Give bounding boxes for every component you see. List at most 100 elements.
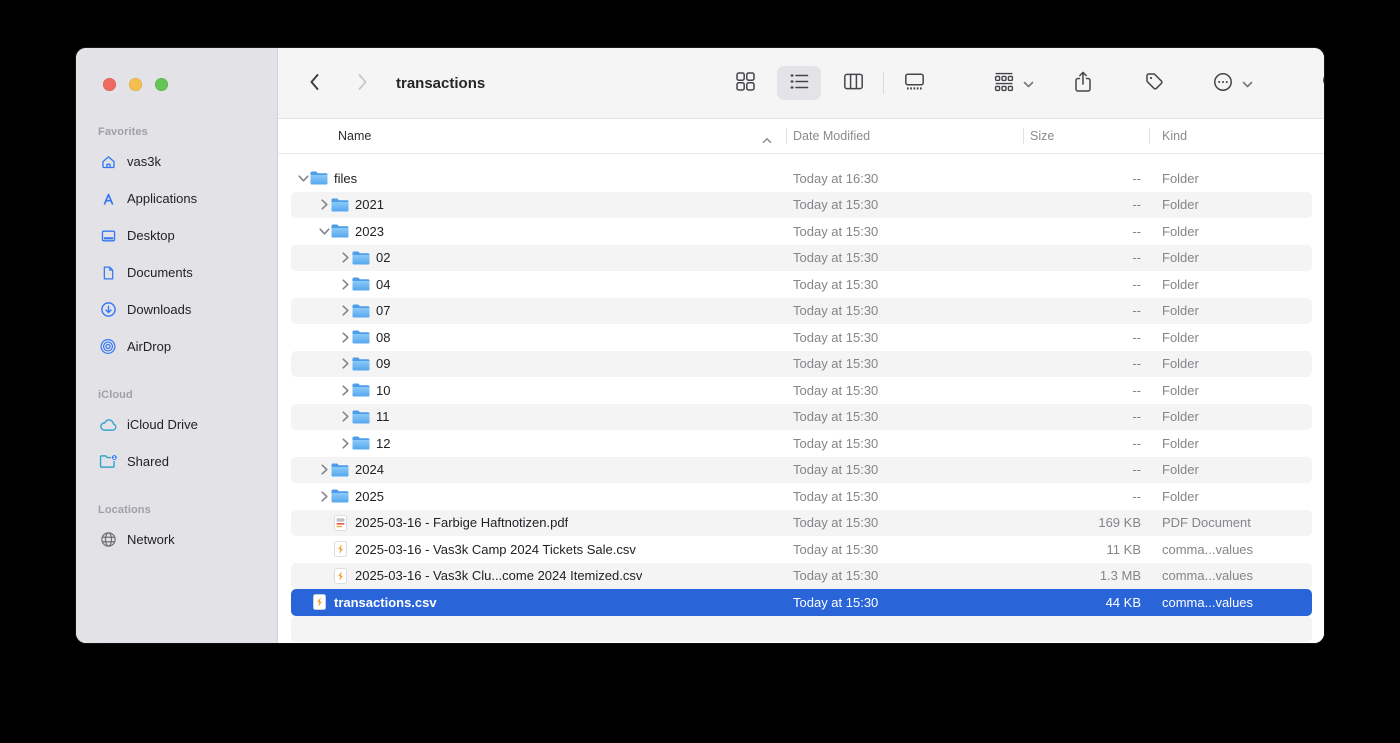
file-row[interactable]: 09Today at 15:30--Folder <box>291 351 1312 378</box>
sidebar-item-desktop[interactable]: Desktop <box>86 221 271 250</box>
name-cell: 12 <box>291 436 786 451</box>
back-button[interactable] <box>302 66 326 100</box>
name-cell: 09 <box>291 356 786 371</box>
file-row[interactable]: 07Today at 15:30--Folder <box>291 298 1312 325</box>
date-modified-cell: Today at 15:30 <box>786 515 1023 530</box>
disclosure-chevron-icon[interactable] <box>338 358 352 369</box>
column-header-kind[interactable]: Kind <box>1149 119 1324 153</box>
file-row[interactable]: 2024Today at 15:30--Folder <box>291 457 1312 484</box>
file-row[interactable]: 2023Today at 15:30--Folder <box>291 218 1312 245</box>
csv-file-icon <box>310 594 328 610</box>
file-row[interactable]: transactions.csvToday at 15:3044 KBcomma… <box>291 589 1312 616</box>
toolbar-separator <box>883 72 884 94</box>
name-cell: 2023 <box>291 224 786 239</box>
list-view-icon <box>789 71 810 95</box>
icon-view-button[interactable] <box>723 66 767 100</box>
search-button[interactable] <box>1309 66 1324 100</box>
disclosure-chevron-icon[interactable] <box>338 305 352 316</box>
file-name: 2021 <box>355 197 384 212</box>
zoom-button[interactable] <box>155 78 168 91</box>
grid-view-icon <box>735 71 756 95</box>
list-view-button[interactable] <box>777 66 821 100</box>
date-modified-cell: Today at 15:30 <box>786 568 1023 583</box>
column-view-icon <box>843 71 864 95</box>
folder-icon <box>352 304 370 318</box>
sidebar-item-network[interactable]: Network <box>86 525 271 554</box>
file-row[interactable]: 2025Today at 15:30--Folder <box>291 483 1312 510</box>
minimize-button[interactable] <box>129 78 142 91</box>
share-button[interactable] <box>1061 66 1105 100</box>
close-button[interactable] <box>103 78 116 91</box>
icloud-icon <box>98 418 118 432</box>
file-row[interactable]: filesToday at 16:30--Folder <box>291 165 1312 192</box>
chevron-down-icon <box>1242 76 1253 91</box>
file-row[interactable]: 11Today at 15:30--Folder <box>291 404 1312 431</box>
column-header-size-label: Size <box>1030 129 1054 143</box>
date-modified-cell: Today at 15:30 <box>786 277 1023 292</box>
folder-icon <box>331 463 349 477</box>
file-row[interactable]: 02Today at 15:30--Folder <box>291 245 1312 272</box>
date-modified-cell: Today at 15:30 <box>786 383 1023 398</box>
sidebar-section-label: Favorites <box>98 126 277 138</box>
sidebar-item-shared[interactable]: Shared <box>86 447 271 476</box>
sidebar-item-downloads[interactable]: Downloads <box>86 295 271 324</box>
disclosure-chevron-icon[interactable] <box>338 252 352 263</box>
file-row[interactable]: 2025-03-16 - Farbige Haftnotizen.pdf Toda… <box>291 510 1312 537</box>
name-cell: 2021 <box>291 197 786 212</box>
disclosure-chevron-icon[interactable] <box>317 199 331 210</box>
disclosure-chevron-icon[interactable] <box>317 491 331 502</box>
group-button[interactable] <box>991 66 1035 100</box>
size-cell: -- <box>1023 224 1149 239</box>
kind-cell: Folder <box>1149 489 1312 504</box>
gallery-view-button[interactable] <box>892 66 936 100</box>
folder-icon <box>352 436 370 450</box>
network-icon <box>98 531 118 548</box>
size-cell: -- <box>1023 277 1149 292</box>
disclosure-chevron-icon[interactable] <box>338 438 352 449</box>
file-name: 08 <box>376 330 390 345</box>
file-name: 2025-03-16 - Farbige Haftnotizen.pdf <box>355 515 568 530</box>
disclosure-chevron-icon[interactable] <box>317 226 331 237</box>
column-header-size[interactable]: Size <box>1023 119 1149 153</box>
disclosure-chevron-icon[interactable] <box>338 385 352 396</box>
forward-button[interactable] <box>350 66 374 100</box>
size-cell: -- <box>1023 489 1149 504</box>
file-row[interactable]: 04Today at 15:30--Folder <box>291 271 1312 298</box>
file-name: 10 <box>376 383 390 398</box>
sidebar-item-applications[interactable]: Applications <box>86 184 271 213</box>
file-row[interactable]: 10Today at 15:30--Folder <box>291 377 1312 404</box>
folder-icon <box>352 330 370 344</box>
column-header-name[interactable]: Name <box>278 119 786 153</box>
folder-icon <box>331 489 349 503</box>
sidebar-item-icloud-drive[interactable]: iCloud Drive <box>86 410 271 439</box>
csv-file-icon <box>331 568 349 584</box>
name-cell: 2025 <box>291 489 786 504</box>
column-view-button[interactable] <box>831 66 875 100</box>
folder-icon <box>352 277 370 291</box>
disclosure-chevron-icon[interactable] <box>338 411 352 422</box>
file-row[interactable]: 08Today at 15:30--Folder <box>291 324 1312 351</box>
file-row[interactable]: 12Today at 15:30--Folder <box>291 430 1312 457</box>
disclosure-chevron-icon[interactable] <box>338 332 352 343</box>
group-icon <box>993 72 1015 95</box>
file-name: 2025-03-16 - Vas3k Camp 2024 Tickets Sal… <box>355 542 636 557</box>
kind-cell: Folder <box>1149 462 1312 477</box>
column-header-date-modified[interactable]: Date Modified <box>786 119 1023 153</box>
sidebar-item-label: Downloads <box>127 302 191 317</box>
sidebar-item-label: AirDrop <box>127 339 171 354</box>
file-row[interactable]: 2025-03-16 - Vas3k Camp 2024 Tickets Sal… <box>291 536 1312 563</box>
sidebar-item-vas3k[interactable]: vas3k <box>86 147 271 176</box>
disclosure-chevron-icon[interactable] <box>338 279 352 290</box>
disclosure-chevron-icon[interactable] <box>317 464 331 475</box>
date-modified-cell: Today at 15:30 <box>786 250 1023 265</box>
more-actions-button[interactable] <box>1210 66 1254 100</box>
sidebar-item-documents[interactable]: Documents <box>86 258 271 287</box>
sidebar-item-airdrop[interactable]: AirDrop <box>86 332 271 361</box>
disclosure-chevron-icon[interactable] <box>296 173 310 184</box>
column-header-date-label: Date Modified <box>793 129 870 143</box>
sidebar-sections: Favorites vas3k Applications Desktop Documen… <box>76 48 277 554</box>
file-row[interactable]: 2025-03-16 - Vas3k Clu...come 2024 Itemi… <box>291 563 1312 590</box>
file-row[interactable]: 2021Today at 15:30--Folder <box>291 192 1312 219</box>
tags-button[interactable] <box>1132 66 1176 100</box>
name-cell: 2025-03-16 - Vas3k Clu...come 2024 Itemi… <box>291 568 786 584</box>
